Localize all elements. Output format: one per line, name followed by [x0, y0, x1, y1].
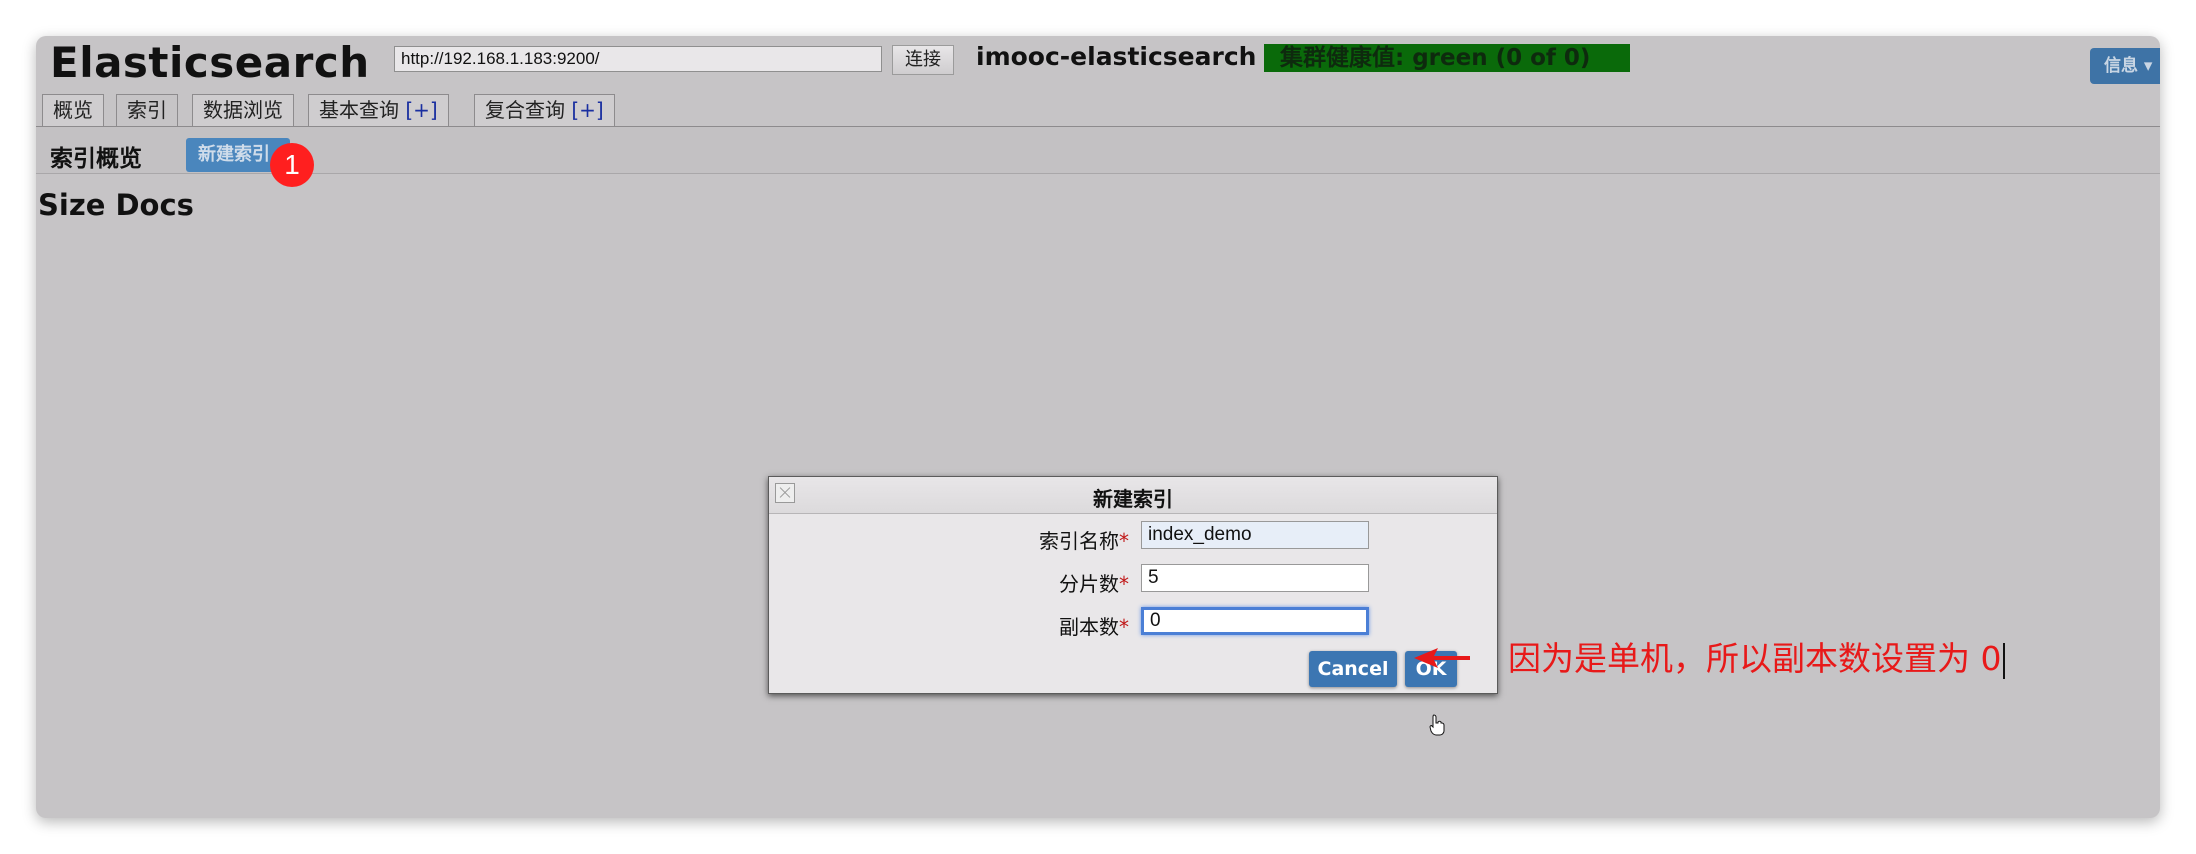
field-label: 分片数: [1059, 572, 1119, 596]
app-window: Elasticsearch 连接 imooc-elasticsearch 集群健…: [36, 36, 2160, 818]
index-name-label: 索引名称*: [929, 525, 1129, 554]
annotation-text: 因为是单机，所以副本数设置为 0: [1508, 639, 2002, 678]
required-marker: *: [1119, 529, 1129, 553]
tab-data-browse[interactable]: 数据浏览: [192, 94, 294, 126]
tab-expand-marker: [+]: [571, 98, 604, 122]
dialog-title: 新建索引: [1093, 487, 1173, 511]
hand-cursor-icon: [1429, 714, 1445, 736]
required-marker: *: [1119, 572, 1129, 596]
field-label: 副本数: [1059, 615, 1119, 639]
column-docs: Docs: [115, 188, 194, 222]
tab-label: 复合查询: [485, 98, 565, 122]
tab-expand-marker: [+]: [405, 98, 438, 122]
shards-input[interactable]: 5: [1141, 564, 1369, 592]
tab-overview[interactable]: 概览: [42, 94, 104, 126]
annotation-note: 因为是单机，所以副本数设置为 0: [1508, 632, 2005, 680]
tab-label: 概览: [53, 98, 93, 122]
connect-button[interactable]: 连接: [892, 45, 954, 75]
replicas-input[interactable]: 0: [1141, 607, 1369, 635]
table-header: Size Docs: [38, 188, 194, 222]
index-toolbar: [36, 127, 2160, 174]
required-marker: *: [1119, 615, 1129, 639]
replicas-label: 副本数*: [929, 611, 1129, 640]
tab-label: 基本查询: [319, 98, 399, 122]
arrow-left-icon: [1414, 648, 1470, 668]
tab-indices[interactable]: 索引: [116, 94, 178, 128]
shards-label: 分片数*: [929, 568, 1129, 597]
cancel-button[interactable]: Cancel: [1309, 651, 1397, 687]
column-size: Size: [38, 188, 106, 222]
app-title: Elasticsearch: [50, 38, 370, 87]
tab-basic-query[interactable]: 基本查询 [+]: [308, 94, 449, 126]
tab-label: 数据浏览: [203, 98, 283, 122]
new-index-dialog: 新建索引 索引名称* index_demo 分片数* 5 副本数* 0 Canc…: [768, 476, 1498, 694]
text-caret: [2002, 642, 2005, 679]
cluster-name: imooc-elasticsearch: [976, 42, 1257, 71]
section-title: 索引概览: [50, 146, 142, 172]
cluster-health-badge: 集群健康值: green (0 of 0): [1264, 44, 1630, 72]
info-menu-button[interactable]: 信息 ▾: [2090, 48, 2160, 84]
cluster-url-input[interactable]: [394, 46, 882, 72]
tab-label: 索引: [127, 98, 167, 122]
tab-compound-query[interactable]: 复合查询 [+]: [474, 94, 615, 126]
field-label: 索引名称: [1039, 529, 1119, 553]
step-badge: 1: [270, 143, 314, 187]
index-name-input[interactable]: index_demo: [1141, 521, 1369, 549]
